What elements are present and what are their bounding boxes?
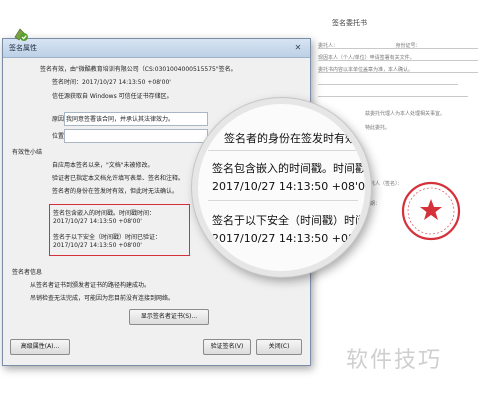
document-paragraph: 兹委托代理人为本人处理相关事宜。 <box>365 111 446 117</box>
signature-time: 签名时间：2017/10/27 14:13:50 +08'00' <box>52 79 171 86</box>
summary-item: 验证者已指定本文档允许填写表单、签名和注释。 <box>52 175 185 182</box>
magnified-text: 2017/10/27 14:13:50 +08'00' <box>212 180 371 193</box>
document-paragraph: 特此委托。 <box>365 125 391 131</box>
signer-info-line: 吊销检查无法完成，可能因为您目前没有连接到网络。 <box>30 295 175 302</box>
reason-value: 我同意签署该合同，并承认其法律效力。 <box>66 116 175 123</box>
embedded-timestamp-value: 2017/10/27 14:13:50 +08'00' <box>53 218 142 225</box>
signature-status: 签名有效，由"微酷教育培训有限公司（CS:0301004000515575"签名… <box>40 66 237 73</box>
show-signer-cert-button[interactable]: 显示签名者证书(S)... <box>129 309 209 325</box>
magnified-text: 2017/10/27 14:13:50 +08'00' <box>212 232 371 245</box>
magnified-text: 签名包含嵌入的时间戳。时间戳时间： <box>212 162 366 175</box>
close-icon[interactable]: ✕ <box>290 42 306 54</box>
signer-info-line: 从签名者证书到颁发者证书的路径构建成功。 <box>30 282 151 289</box>
company-seal-icon <box>401 181 461 241</box>
document-title: 签名委托书 <box>332 19 367 27</box>
signer-info-header: 签名者信息 <box>12 269 43 276</box>
secure-timestamp-title: 签名于以下安全（时间戳）时间已验证： <box>53 234 162 241</box>
magnified-text: 签名者的身份在签发时有效，但此... <box>224 132 367 145</box>
magnifier-lens: 签名者的身份在签发时有效，但此... 签名包含嵌入的时间戳。时间戳时间： 201… <box>192 98 371 277</box>
magnified-text: 签名于以下安全（时间戳）时间已验证： <box>212 214 366 227</box>
summary-item: 自应用本签名以来，"文档"未被修改。 <box>52 162 154 169</box>
validate-signature-button[interactable]: 验证签名(V) <box>203 339 251 355</box>
embedded-timestamp-title: 签名包含嵌入的时间戳。时间戳时间： <box>53 210 156 217</box>
location-field <box>64 129 208 143</box>
validity-summary-header: 有效性小结 <box>12 149 43 156</box>
close-button[interactable]: 关闭(C) <box>256 339 302 355</box>
summary-item: 签名者的身份在签发时有效，但此时无法确认。 <box>52 188 179 195</box>
secure-timestamp-value: 2017/10/27 14:13:50 +08'00' <box>53 242 142 249</box>
advanced-properties-button[interactable]: 高级属性(A)... <box>10 339 70 355</box>
window-title: 签名属性 <box>3 39 310 58</box>
signature-valid-icon <box>14 28 28 41</box>
trust-source-note: 信任源获取自 Windows 可信任证书存储区。 <box>52 93 173 100</box>
watermark-text: 软件技巧 <box>346 348 443 373</box>
